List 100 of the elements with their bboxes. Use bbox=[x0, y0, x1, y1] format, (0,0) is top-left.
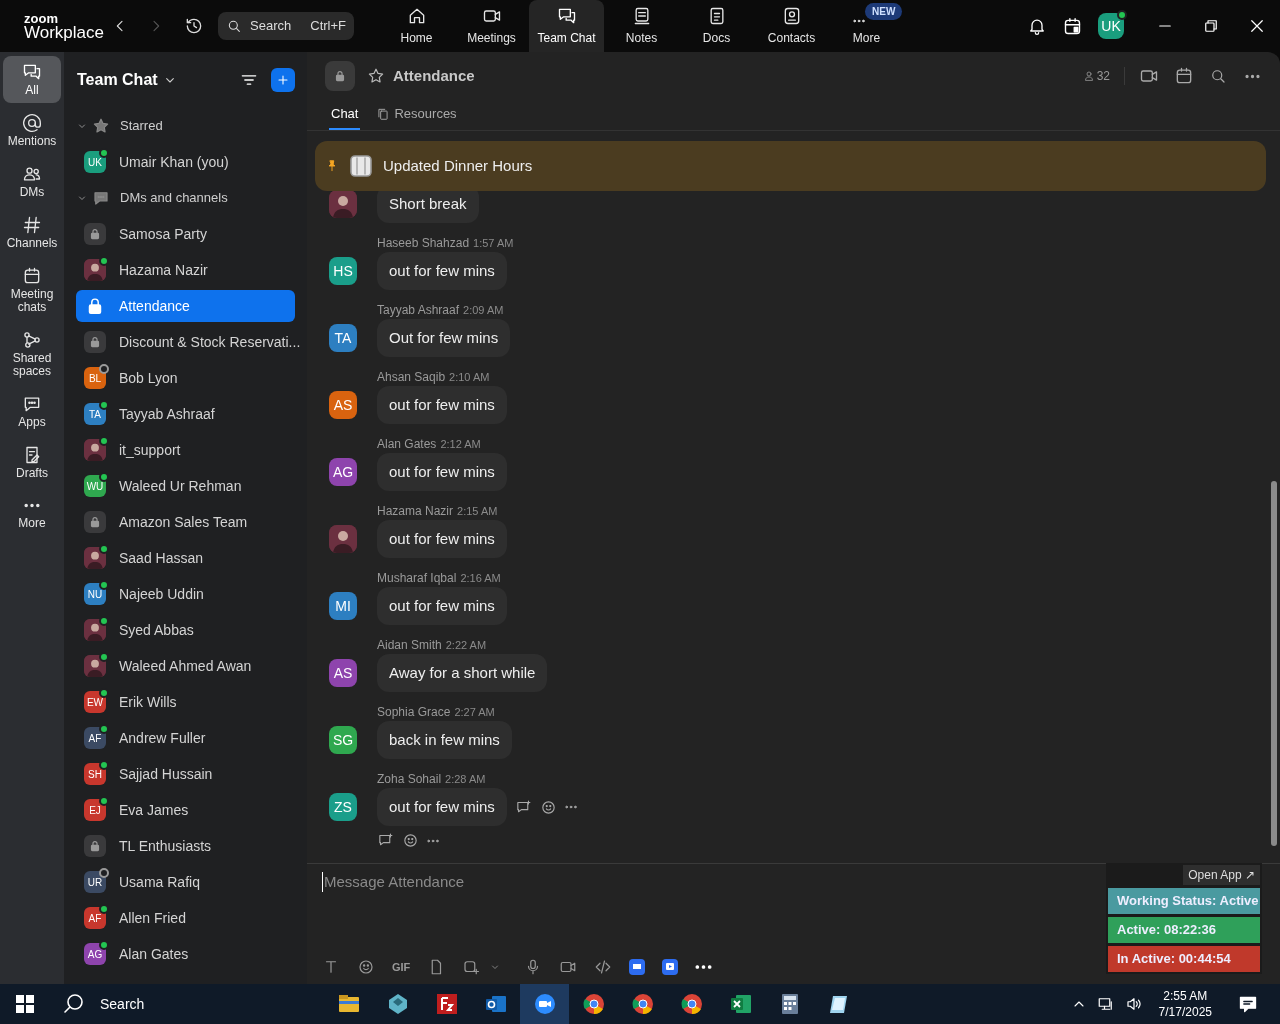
chat-list-item[interactable]: Hazama Nazir bbox=[76, 254, 295, 286]
emoji-icon[interactable] bbox=[402, 832, 419, 849]
avatar: EW bbox=[84, 691, 106, 713]
avatar: UR bbox=[84, 871, 106, 893]
chat-list-item[interactable]: UR Usama Rafiq bbox=[76, 866, 295, 898]
rail-item[interactable]: Channels bbox=[3, 209, 61, 256]
chat-list-item[interactable]: Syed Abbas bbox=[76, 614, 295, 646]
taskbar-search[interactable]: Search bbox=[54, 984, 324, 1024]
avatar: HS bbox=[329, 257, 357, 285]
chat-list-item[interactable]: SH Sajjad Hussain bbox=[76, 758, 295, 790]
nav-tab[interactable]: Meetings bbox=[454, 0, 529, 52]
chat-list-item[interactable]: BL Bob Lyon bbox=[76, 362, 295, 394]
chat-list-item[interactable]: Amazon Sales Team bbox=[76, 506, 295, 538]
avatar-icon bbox=[84, 259, 106, 281]
windows-logo-icon[interactable] bbox=[16, 995, 34, 1013]
status-bar: Working Status: Active bbox=[1108, 888, 1260, 914]
chat-list-item[interactable]: EW Erik Wills bbox=[76, 686, 295, 718]
more-icon[interactable] bbox=[695, 964, 713, 970]
member-count[interactable]: 32 bbox=[1082, 67, 1110, 85]
message-time: 2:16 AM bbox=[460, 572, 501, 584]
emoji-icon[interactable] bbox=[357, 958, 375, 976]
channel-tab[interactable]: Chat bbox=[329, 100, 361, 130]
person-icon bbox=[1082, 70, 1095, 82]
chat-list-item[interactable]: NU Najeeb Uddin bbox=[76, 578, 295, 610]
screenshot-icon[interactable] bbox=[462, 958, 481, 976]
restore-icon[interactable] bbox=[1202, 17, 1220, 35]
chat-list-item[interactable]: TA Tayyab Ashraaf bbox=[76, 398, 295, 430]
rail-item[interactable]: Shared spaces bbox=[3, 324, 61, 384]
logo-text: zoom bbox=[24, 11, 59, 25]
search-field[interactable]: Search Ctrl+F bbox=[218, 12, 354, 40]
scrollbar[interactable] bbox=[1271, 481, 1277, 846]
more-icon[interactable] bbox=[24, 503, 40, 508]
search-icon[interactable] bbox=[1209, 67, 1227, 85]
chat-list-item[interactable]: AF Allen Fried bbox=[76, 902, 295, 934]
star-icon[interactable] bbox=[367, 67, 385, 85]
notification-icon[interactable] bbox=[1238, 994, 1258, 1014]
avatar: UK bbox=[1098, 13, 1124, 39]
message-bubble: out for few mins bbox=[377, 788, 507, 826]
document-icon bbox=[349, 154, 373, 178]
app-icon[interactable] bbox=[629, 959, 646, 975]
chat-list-item[interactable]: AG Alan Gates bbox=[76, 938, 295, 970]
message-bubble: out for few mins bbox=[377, 520, 507, 558]
message-input[interactable]: Message Attendance bbox=[322, 872, 1022, 892]
chat-list-item[interactable]: TL Enthusiasts bbox=[76, 830, 295, 862]
new-chat-button[interactable] bbox=[271, 68, 295, 92]
chat-list-item[interactable]: UK Umair Khan (you) bbox=[76, 146, 295, 178]
clock-date[interactable]: 7/17/2025 bbox=[1158, 1004, 1212, 1020]
volume-icon[interactable] bbox=[1124, 995, 1143, 1013]
sender-name: Aidan Smith bbox=[377, 638, 442, 652]
calendar-icon[interactable] bbox=[1062, 15, 1083, 37]
code-icon[interactable] bbox=[594, 958, 613, 976]
app-icon[interactable] bbox=[662, 959, 679, 975]
nav-tab[interactable]: NEW More bbox=[829, 0, 904, 52]
more-icon[interactable] bbox=[1245, 73, 1260, 79]
gif-button[interactable]: GIF bbox=[392, 958, 411, 976]
rail-item[interactable]: Apps bbox=[3, 388, 61, 435]
more-icon[interactable] bbox=[852, 19, 865, 23]
sidebar-title[interactable]: Team Chat bbox=[77, 68, 158, 92]
status-bar: Active: 08:22:36 bbox=[1108, 917, 1260, 943]
lock-icon bbox=[84, 835, 106, 857]
nav-tab[interactable]: Contacts bbox=[754, 0, 829, 52]
pinned-banner[interactable]: Updated Dinner Hours bbox=[315, 141, 1266, 191]
emoji-icon[interactable] bbox=[539, 798, 557, 816]
rail-item[interactable]: DMs bbox=[3, 158, 61, 205]
section-header[interactable]: Starred bbox=[120, 116, 163, 136]
rail-item[interactable]: More bbox=[3, 490, 61, 536]
chat-list-item[interactable]: EJ Eva James bbox=[76, 794, 295, 826]
chat-list-item[interactable]: Saad Hassan bbox=[76, 542, 295, 574]
section-header[interactable]: DMs and channels bbox=[120, 188, 228, 208]
rail-item[interactable]: Drafts bbox=[3, 439, 61, 486]
rail-item[interactable]: Meeting chats bbox=[3, 260, 61, 320]
video-app-icon[interactable] bbox=[520, 984, 569, 1024]
chat-list-item[interactable]: AF Andrew Fuller bbox=[76, 722, 295, 754]
open-app-button[interactable]: Open App ↗ bbox=[1183, 865, 1260, 885]
chat-list-item[interactable]: Waleed Ahmed Awan bbox=[76, 650, 295, 682]
avatar: SH bbox=[84, 763, 106, 785]
rail-item[interactable]: All bbox=[3, 56, 61, 103]
chat-bubble-icon bbox=[92, 189, 110, 207]
clock-time[interactable]: 2:55 AM bbox=[1163, 988, 1208, 1004]
rail-item[interactable]: Mentions bbox=[3, 107, 61, 154]
nav-tab[interactable]: Notes bbox=[604, 0, 679, 52]
chat-list-item[interactable]: Samosa Party bbox=[76, 218, 295, 250]
more-icon[interactable] bbox=[427, 838, 439, 843]
chat-list-item[interactable]: WU Waleed Ur Rehman bbox=[76, 470, 295, 502]
calendar-icon[interactable] bbox=[1174, 66, 1194, 86]
channel-tab[interactable]: Resources bbox=[374, 100, 459, 130]
avatar: AS bbox=[329, 391, 357, 419]
nav-tab[interactable]: Team Chat bbox=[529, 0, 604, 52]
close-icon[interactable] bbox=[1248, 17, 1266, 35]
nav-tab[interactable]: Home bbox=[379, 0, 454, 52]
avatar: AS bbox=[329, 659, 357, 687]
network-icon[interactable] bbox=[1096, 995, 1115, 1013]
message-bubble: Out for few mins bbox=[377, 319, 511, 357]
nav-tab[interactable]: Docs bbox=[679, 0, 754, 52]
chat-list-item[interactable]: Attendance bbox=[76, 290, 295, 322]
lock-icon bbox=[84, 331, 106, 353]
more-icon[interactable] bbox=[564, 805, 577, 809]
chat-list-item[interactable]: it_support bbox=[76, 434, 295, 466]
history-icon[interactable] bbox=[184, 16, 204, 36]
at-icon bbox=[22, 113, 42, 133]
